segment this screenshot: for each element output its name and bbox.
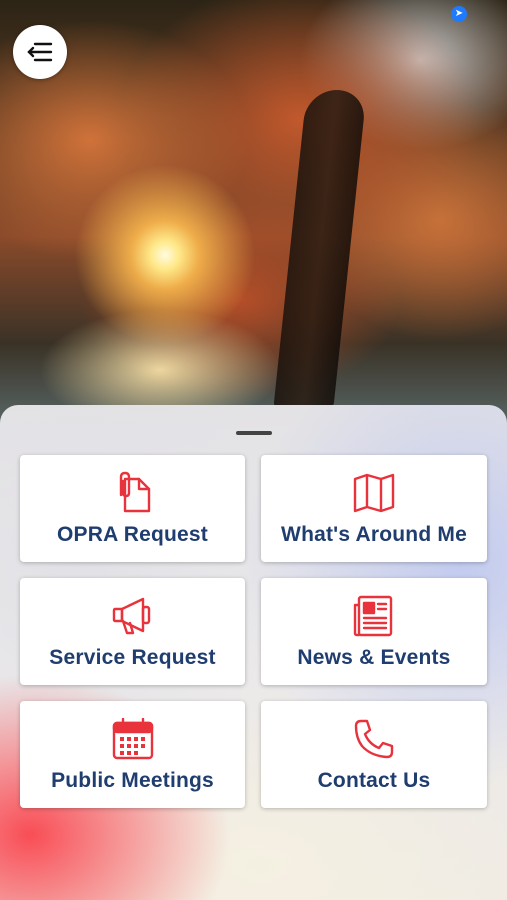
phone-icon bbox=[352, 717, 396, 761]
tile-label: Service Request bbox=[49, 646, 216, 669]
tile-label: News & Events bbox=[297, 646, 451, 669]
tile-whats-around-me[interactable]: What's Around Me bbox=[261, 455, 487, 562]
tile-contact-us[interactable]: Contact Us bbox=[261, 701, 487, 808]
hero-photo bbox=[0, 0, 507, 430]
tile-opra-request[interactable]: OPRA Request bbox=[20, 455, 245, 562]
newspaper-icon bbox=[352, 594, 396, 638]
location-arrow-icon: ➤ bbox=[451, 6, 467, 22]
bottom-sheet: OPRA Request What's Around Me Service Re… bbox=[0, 405, 507, 900]
menu-back-icon bbox=[27, 42, 53, 62]
tree-trunk bbox=[273, 90, 367, 410]
tile-service-request[interactable]: Service Request bbox=[20, 578, 245, 685]
tile-public-meetings[interactable]: Public Meetings bbox=[20, 701, 245, 808]
drag-handle[interactable] bbox=[236, 431, 272, 435]
tile-news-events[interactable]: News & Events bbox=[261, 578, 487, 685]
tile-label: Public Meetings bbox=[51, 769, 214, 792]
tile-label: Contact Us bbox=[317, 769, 431, 792]
document-clip-icon bbox=[111, 471, 155, 515]
calendar-icon bbox=[111, 717, 155, 761]
tile-label: OPRA Request bbox=[57, 523, 208, 546]
megaphone-icon bbox=[111, 594, 155, 638]
tile-label: What's Around Me bbox=[281, 523, 467, 546]
map-icon bbox=[352, 471, 396, 515]
menu-button[interactable] bbox=[13, 25, 67, 79]
